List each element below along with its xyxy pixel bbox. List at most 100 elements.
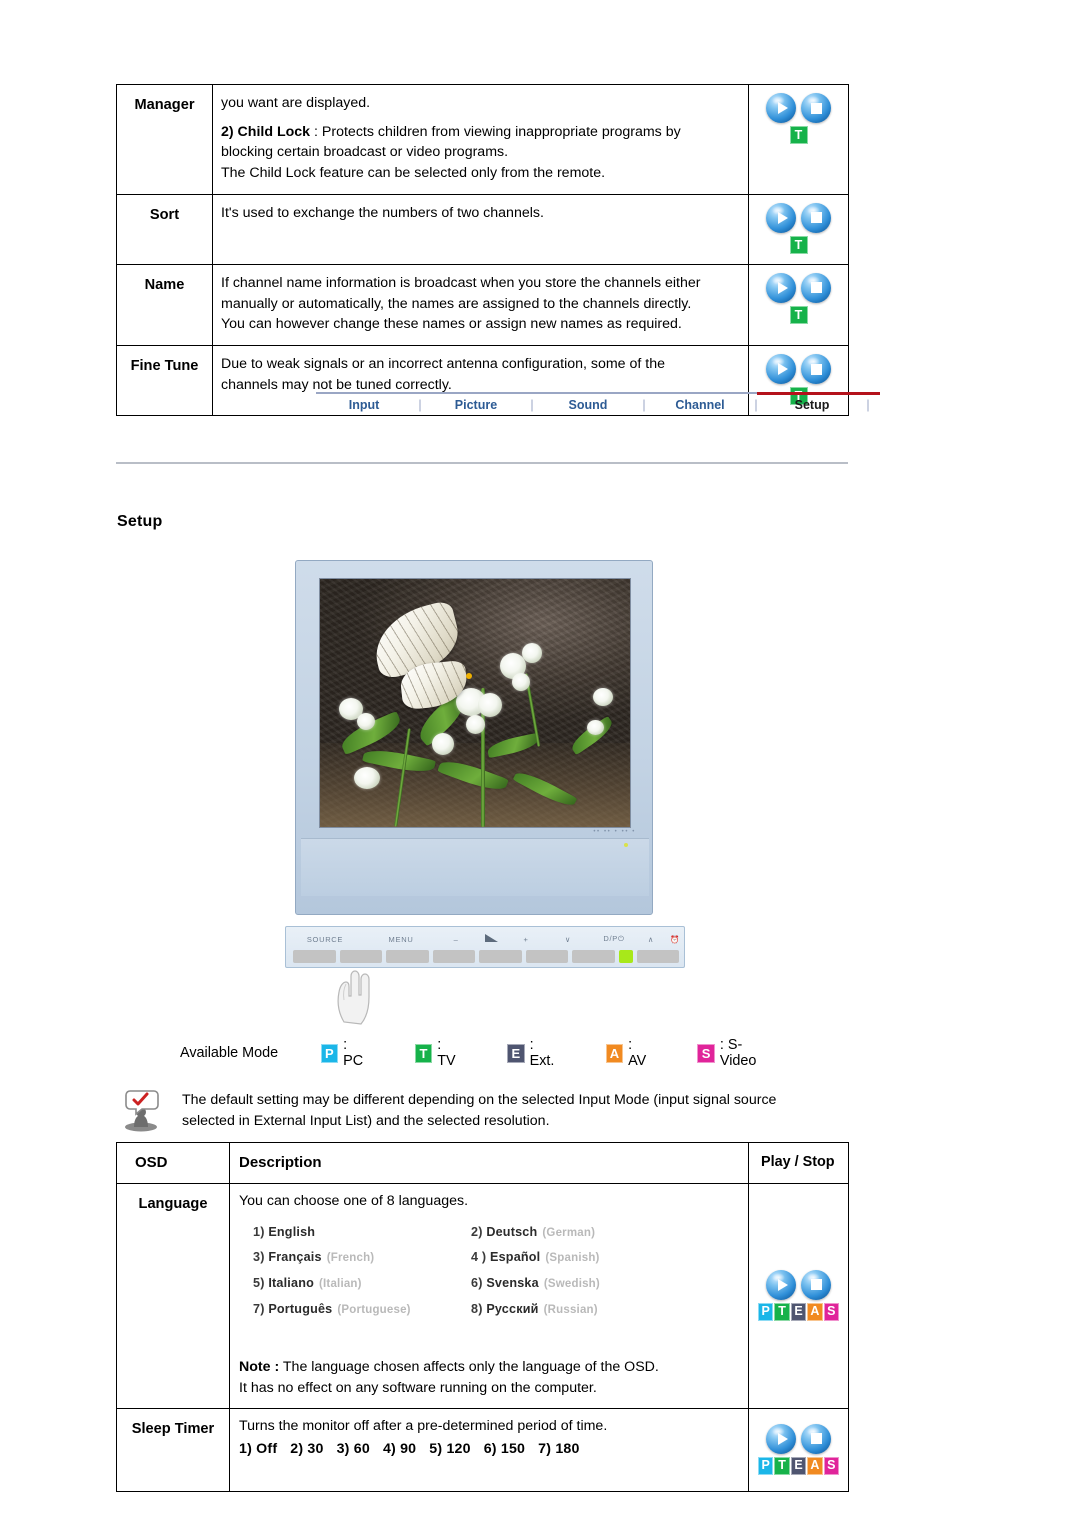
language-intro: You can choose one of 8 languages. <box>239 1192 469 1209</box>
hand-pointer-icon <box>337 970 370 1025</box>
monitor-illustration: •• •• • •• • SOURCE MENU – + ∨ D/P⏻ ∧ ⏰ <box>285 560 685 1025</box>
nav-separator: | <box>418 398 422 412</box>
table-row: Sleep Timer Turns the monitor off after … <box>116 1408 849 1492</box>
channel-down-button-label[interactable]: ∨ <box>544 935 592 944</box>
nav-active-rule <box>757 392 880 395</box>
play-icon[interactable] <box>766 93 796 123</box>
tab-channel[interactable]: Channel <box>652 398 748 412</box>
tab-input[interactable]: Input <box>316 398 412 412</box>
key-source[interactable] <box>293 950 336 963</box>
language-option[interactable]: 8) Русский (Russian) <box>471 1300 661 1319</box>
language-option[interactable]: 2) Deutsch (German) <box>471 1223 661 1242</box>
sleep-option[interactable]: 2) 30 <box>290 1441 323 1457</box>
language-option[interactable]: 3) Français (French) <box>253 1248 471 1267</box>
key-volume[interactable] <box>432 950 475 963</box>
play-stop-icons <box>757 272 840 303</box>
key-power[interactable] <box>636 950 679 963</box>
language-option[interactable]: 5) Italiano (Italian) <box>253 1274 471 1293</box>
key-menu[interactable] <box>339 950 382 963</box>
row-icons: T <box>748 263 849 347</box>
monitor-brand-mark: •• •• • •• • <box>593 829 636 835</box>
sleep-option[interactable]: 1) Off <box>239 1441 277 1457</box>
language-option[interactable]: 6) Svenska (Swedish) <box>471 1274 661 1293</box>
mode-badges: T <box>757 235 840 254</box>
play-icon[interactable] <box>766 202 796 233</box>
child-lock-text: : Protects children from viewing inappro… <box>310 123 681 140</box>
desc-line: It's used to exchange the numbers of two… <box>221 204 544 221</box>
mode-badges: T <box>757 126 840 144</box>
language-option[interactable]: 1) English <box>253 1223 471 1242</box>
minus-button-label[interactable]: – <box>438 935 474 944</box>
available-mode-svideo: S : S-Video <box>697 1037 774 1069</box>
row-description: you want are displayed. 2) Child Lock : … <box>212 84 749 195</box>
row-label: Manager <box>116 84 213 195</box>
key-dp[interactable] <box>572 950 615 963</box>
key-channel-down[interactable] <box>525 950 568 963</box>
play-icon[interactable] <box>766 354 796 385</box>
desc-line: The Child Lock feature can be selected o… <box>221 165 606 182</box>
note-callout: The default setting may be different dep… <box>116 1086 848 1142</box>
language-option[interactable]: 4 ) Español (Spanish) <box>471 1248 661 1267</box>
play-stop-icons <box>757 93 840 123</box>
table-header-row: OSD Description Play / Stop <box>116 1142 849 1184</box>
language-note-line-2: It has no effect on any software running… <box>239 1380 597 1397</box>
note-text: The default setting may be different dep… <box>182 1086 776 1142</box>
stop-icon[interactable] <box>801 1269 831 1300</box>
mode-badge-pc: P <box>757 1302 774 1321</box>
row-label: Name <box>116 263 213 347</box>
available-mode-legend: Available Mode P : PC T : TV E : Ext. A … <box>180 1037 820 1069</box>
page-title: Setup <box>117 513 163 530</box>
mode-badge-tv: T <box>789 235 808 254</box>
tab-sound[interactable]: Sound <box>540 398 636 412</box>
row-icons-sleep-timer: P T E A S <box>748 1408 849 1492</box>
column-header-play-stop: Play / Stop <box>748 1142 849 1184</box>
language-note: Note : The language chosen affects only … <box>239 1357 739 1400</box>
desc-line: you want are displayed. <box>221 95 371 111</box>
sleep-option[interactable]: 4) 90 <box>383 1441 416 1457</box>
source-button-label[interactable]: SOURCE <box>286 935 364 944</box>
key-minus[interactable] <box>386 950 429 963</box>
volume-icon <box>474 934 508 944</box>
channel-up-button-label[interactable]: ∧ <box>636 935 666 944</box>
control-labels: SOURCE MENU – + ∨ D/P⏻ ∧ ⏰ <box>286 931 684 947</box>
sleep-option[interactable]: 3) 60 <box>337 1441 370 1457</box>
dp-power-button-label[interactable]: D/P⏻ <box>592 934 636 944</box>
sleep-option[interactable]: 6) 150 <box>484 1441 525 1457</box>
desc-line: Due to weak signals or an incorrect ante… <box>221 356 666 373</box>
nav-separator: | <box>642 398 646 412</box>
nav-separator: | <box>530 398 534 412</box>
plus-button-label[interactable]: + <box>508 935 544 944</box>
language-option-list: 1) English 2) Deutsch (German) 3) Françai… <box>253 1223 653 1319</box>
play-stop-icons <box>757 354 840 385</box>
mode-badge-ext: E <box>507 1043 525 1063</box>
mode-badge-av: A <box>605 1043 624 1063</box>
play-icon[interactable] <box>766 1423 796 1454</box>
mode-badge-svideo: S <box>697 1043 715 1063</box>
note-line-1: The default setting may be different dep… <box>182 1092 777 1108</box>
stop-icon[interactable] <box>801 272 831 303</box>
row-label-language: Language <box>116 1182 230 1410</box>
stop-icon[interactable] <box>801 93 831 123</box>
menu-button-label[interactable]: MENU <box>364 935 438 944</box>
monitor-screen <box>319 578 631 828</box>
stop-icon[interactable] <box>801 202 831 233</box>
sleep-option[interactable]: 5) 120 <box>429 1441 470 1457</box>
nav-tab-list: Input | Picture | Sound | Channel | Setu… <box>316 398 880 412</box>
play-icon[interactable] <box>766 1269 796 1300</box>
language-option[interactable]: 7) Português (Portuguese) <box>253 1300 471 1319</box>
language-note-label: Note : <box>239 1358 280 1375</box>
table-row: Manager you want are displayed. 2) Child… <box>116 84 849 195</box>
power-button-icon[interactable]: ⏰ <box>666 935 684 944</box>
stop-icon[interactable] <box>801 1423 831 1454</box>
mode-badge-tv: T <box>414 1043 433 1063</box>
mode-badge-av: A <box>807 1302 823 1321</box>
stop-icon[interactable] <box>801 354 831 385</box>
key-plus[interactable] <box>479 950 522 963</box>
tab-picture[interactable]: Picture <box>428 398 524 412</box>
sleep-option[interactable]: 7) 180 <box>538 1441 579 1457</box>
mode-badge-svideo: S <box>823 1456 840 1475</box>
tab-setup[interactable]: Setup <box>764 398 860 412</box>
play-icon[interactable] <box>766 272 796 303</box>
mode-badges: T <box>757 305 840 324</box>
available-mode-ext: E : Ext. <box>507 1037 560 1069</box>
